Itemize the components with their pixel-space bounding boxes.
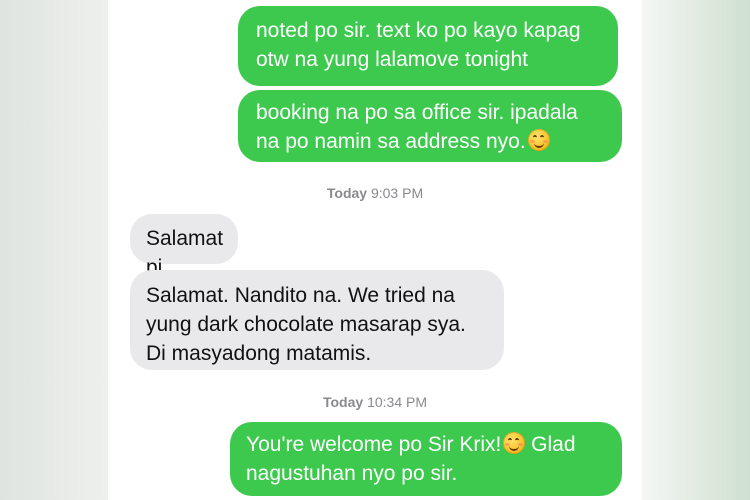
message-text: You're welcome po Sir Krix! (246, 433, 502, 456)
timestamp-time: 9:03 PM (370, 185, 424, 201)
timestamp-day: Today (326, 185, 368, 201)
message-bubble-sent[interactable]: You're welcome po Sir Krix! Glad nagustu… (230, 422, 622, 496)
message-bubble-received[interactable]: Salamat pi (130, 214, 238, 279)
timestamp-divider: Today 10:34 PM (108, 394, 642, 410)
timestamp-time: 10:34 PM (367, 394, 428, 410)
left-background-margin (0, 0, 108, 500)
message-text: noted po sir. text ko po kayo kapag otw … (256, 19, 581, 71)
timestamp-divider: Today 9:03 PM (108, 185, 642, 201)
message-text: Salamat. Nandito na. We tried na yung da… (146, 284, 466, 365)
message-bubble-received[interactable]: Salamat. Nandito na. We tried na yung da… (130, 270, 504, 370)
smiling-face-icon (527, 129, 550, 151)
timestamp-day: Today (322, 394, 364, 410)
message-bubble-sent[interactable]: booking na po sa office sir. ipadala na … (238, 90, 622, 162)
smiling-face-icon (503, 432, 526, 454)
message-bubble-sent[interactable]: noted po sir. text ko po kayo kapag otw … (238, 6, 618, 86)
message-thread[interactable]: noted po sir. text ko po kayo kapag otw … (108, 0, 642, 500)
right-background-margin (642, 0, 750, 500)
